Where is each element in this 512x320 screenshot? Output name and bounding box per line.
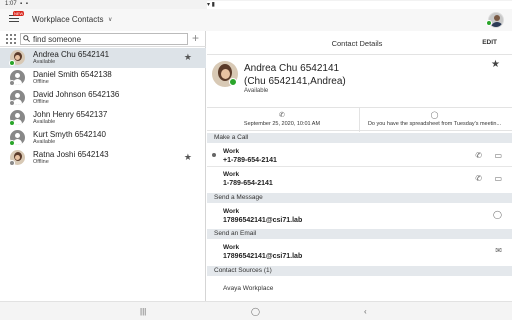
entry-label: Work [223, 148, 240, 155]
contact-status: Available [244, 88, 269, 94]
presence-offline-icon [9, 80, 15, 86]
call-entry[interactable]: Work +1-789-654-2141 ✆ ▭ [207, 144, 512, 166]
entry-value: 17896542141@csi71.lab [223, 253, 303, 260]
presence-available-icon [9, 60, 15, 66]
message-entry[interactable]: Work 17896542141@csi71.lab ◯ [207, 204, 512, 226]
contact-status: Available [33, 59, 56, 65]
presence-offline-icon [9, 100, 15, 106]
contact-row[interactable]: Kurt Smyth 6542140 Available [0, 128, 206, 148]
contact-full-name: Andrea Chu 6542141 [244, 63, 340, 74]
source-name: Avaya Workplace [223, 285, 274, 292]
system-nav-bar: ||| ◯ ‹ [0, 301, 512, 320]
contact-row[interactable]: John Henry 6542137 Available [0, 108, 206, 128]
contact-name: Andrea Chu 6542141 [33, 50, 110, 59]
star-icon[interactable]: ★ [184, 52, 192, 63]
contact-status: Offline [33, 159, 49, 165]
email-entry[interactable]: Work 17896542141@csi71.lab ✉ [207, 240, 512, 262]
contact-row[interactable]: Daniel Smith 6542138 Offline [0, 68, 206, 88]
contact-status: Offline [33, 99, 49, 105]
edit-button[interactable]: EDIT [482, 39, 497, 46]
entry-label: Work [223, 244, 240, 251]
entry-value: 17896542141@csi71.lab [223, 217, 303, 224]
contact-alias: (Chu 6542141,Andrea) [244, 76, 346, 87]
contact-details-pane: Contact Details EDIT Andrea Chu 6542141 … [207, 31, 512, 301]
contact-list-pane: find someone + Andrea Chu 6542141 Availa… [0, 31, 206, 301]
default-bullet-icon [212, 153, 216, 157]
recent-message-text: Do you have the spreadsheet from Tuesday… [367, 121, 502, 127]
section-send-email: Send an Email [207, 229, 512, 239]
chat-bubble-icon: ◯ [430, 112, 439, 119]
hamburger-icon[interactable] [9, 15, 19, 24]
section-send-message: Send a Message [207, 193, 512, 203]
contact-name: Daniel Smith 6542138 [33, 70, 112, 79]
mail-icon[interactable]: ✉ [495, 246, 502, 255]
contact-name: Ratna Joshi 6542143 [33, 150, 109, 159]
section-make-call: Make a Call [207, 133, 512, 143]
chat-bubble-icon[interactable]: ◯ [493, 210, 502, 219]
phone-history-icon: ✆ [279, 112, 285, 119]
presence-available-icon [9, 140, 15, 146]
contact-name: David Johnson 6542136 [33, 90, 120, 99]
call-entry[interactable]: Work 1-789-654-2141 ✆ ▭ [207, 167, 512, 189]
app-bar: NEW Workplace Contacts ∨ [0, 9, 512, 31]
chevron-down-icon[interactable]: ∨ [108, 16, 112, 23]
search-row: find someone + [0, 31, 206, 47]
presence-available-icon [229, 78, 237, 86]
entry-value: 1-789-654-2141 [223, 180, 273, 187]
home-icon[interactable]: ◯ [251, 307, 260, 316]
source-entry: Avaya Workplace [207, 277, 512, 297]
details-header: Contact Details EDIT [207, 31, 512, 55]
section-contact-sources: Contact Sources (1) [207, 266, 512, 276]
contact-name: Kurt Smyth 6542140 [33, 130, 106, 139]
entry-label: Work [223, 171, 240, 178]
video-icon[interactable]: ▭ [494, 174, 502, 183]
contact-name: John Henry 6542137 [33, 110, 108, 119]
video-icon[interactable]: ▭ [494, 151, 502, 160]
search-input[interactable]: find someone [20, 33, 188, 45]
contact-status: Available [33, 119, 56, 125]
entry-label: Work [223, 208, 240, 215]
search-icon [23, 35, 30, 42]
new-badge: NEW [13, 11, 25, 16]
contact-row[interactable]: David Johnson 6542136 Offline [0, 88, 206, 108]
details-title: Contact Details [331, 39, 383, 48]
recent-message[interactable]: ◯ Do you have the spreadsheet from Tuesd… [359, 108, 509, 132]
add-contact-button[interactable]: + [192, 31, 199, 45]
contact-row[interactable]: Ratna Joshi 6542143 Offline ★ [0, 148, 206, 168]
status-bar: 1:07 ▪ ▪ ▾ ▮ [0, 0, 512, 271]
dialpad-icon[interactable] [6, 34, 16, 44]
recent-activity: ✆ September 25, 2020, 10:01 AM ◯ Do you … [207, 107, 512, 132]
contact-status: Offline [33, 79, 49, 85]
status-icons: ▪ ▪ [20, 1, 29, 7]
presence-available-icon [9, 120, 15, 126]
recents-icon[interactable]: ||| [140, 307, 146, 316]
entry-value: +1-789-654-2141 [223, 157, 277, 164]
star-icon[interactable]: ★ [184, 152, 192, 163]
presence-available-icon [486, 20, 492, 26]
presence-offline-icon [9, 160, 15, 166]
phone-icon[interactable]: ✆ [475, 151, 482, 160]
contact-row[interactable]: Andrea Chu 6542141 Available ★ [0, 48, 206, 68]
recent-call-time: September 25, 2020, 10:01 AM [243, 121, 321, 127]
phone-icon[interactable]: ✆ [475, 174, 482, 183]
status-time: 1:07 [5, 1, 17, 7]
app-title[interactable]: Workplace Contacts [32, 15, 103, 24]
recent-call[interactable]: ✆ September 25, 2020, 10:01 AM [207, 108, 357, 132]
star-icon[interactable]: ★ [491, 59, 500, 70]
contact-status: Available [33, 139, 56, 145]
back-icon[interactable]: ‹ [364, 307, 367, 316]
